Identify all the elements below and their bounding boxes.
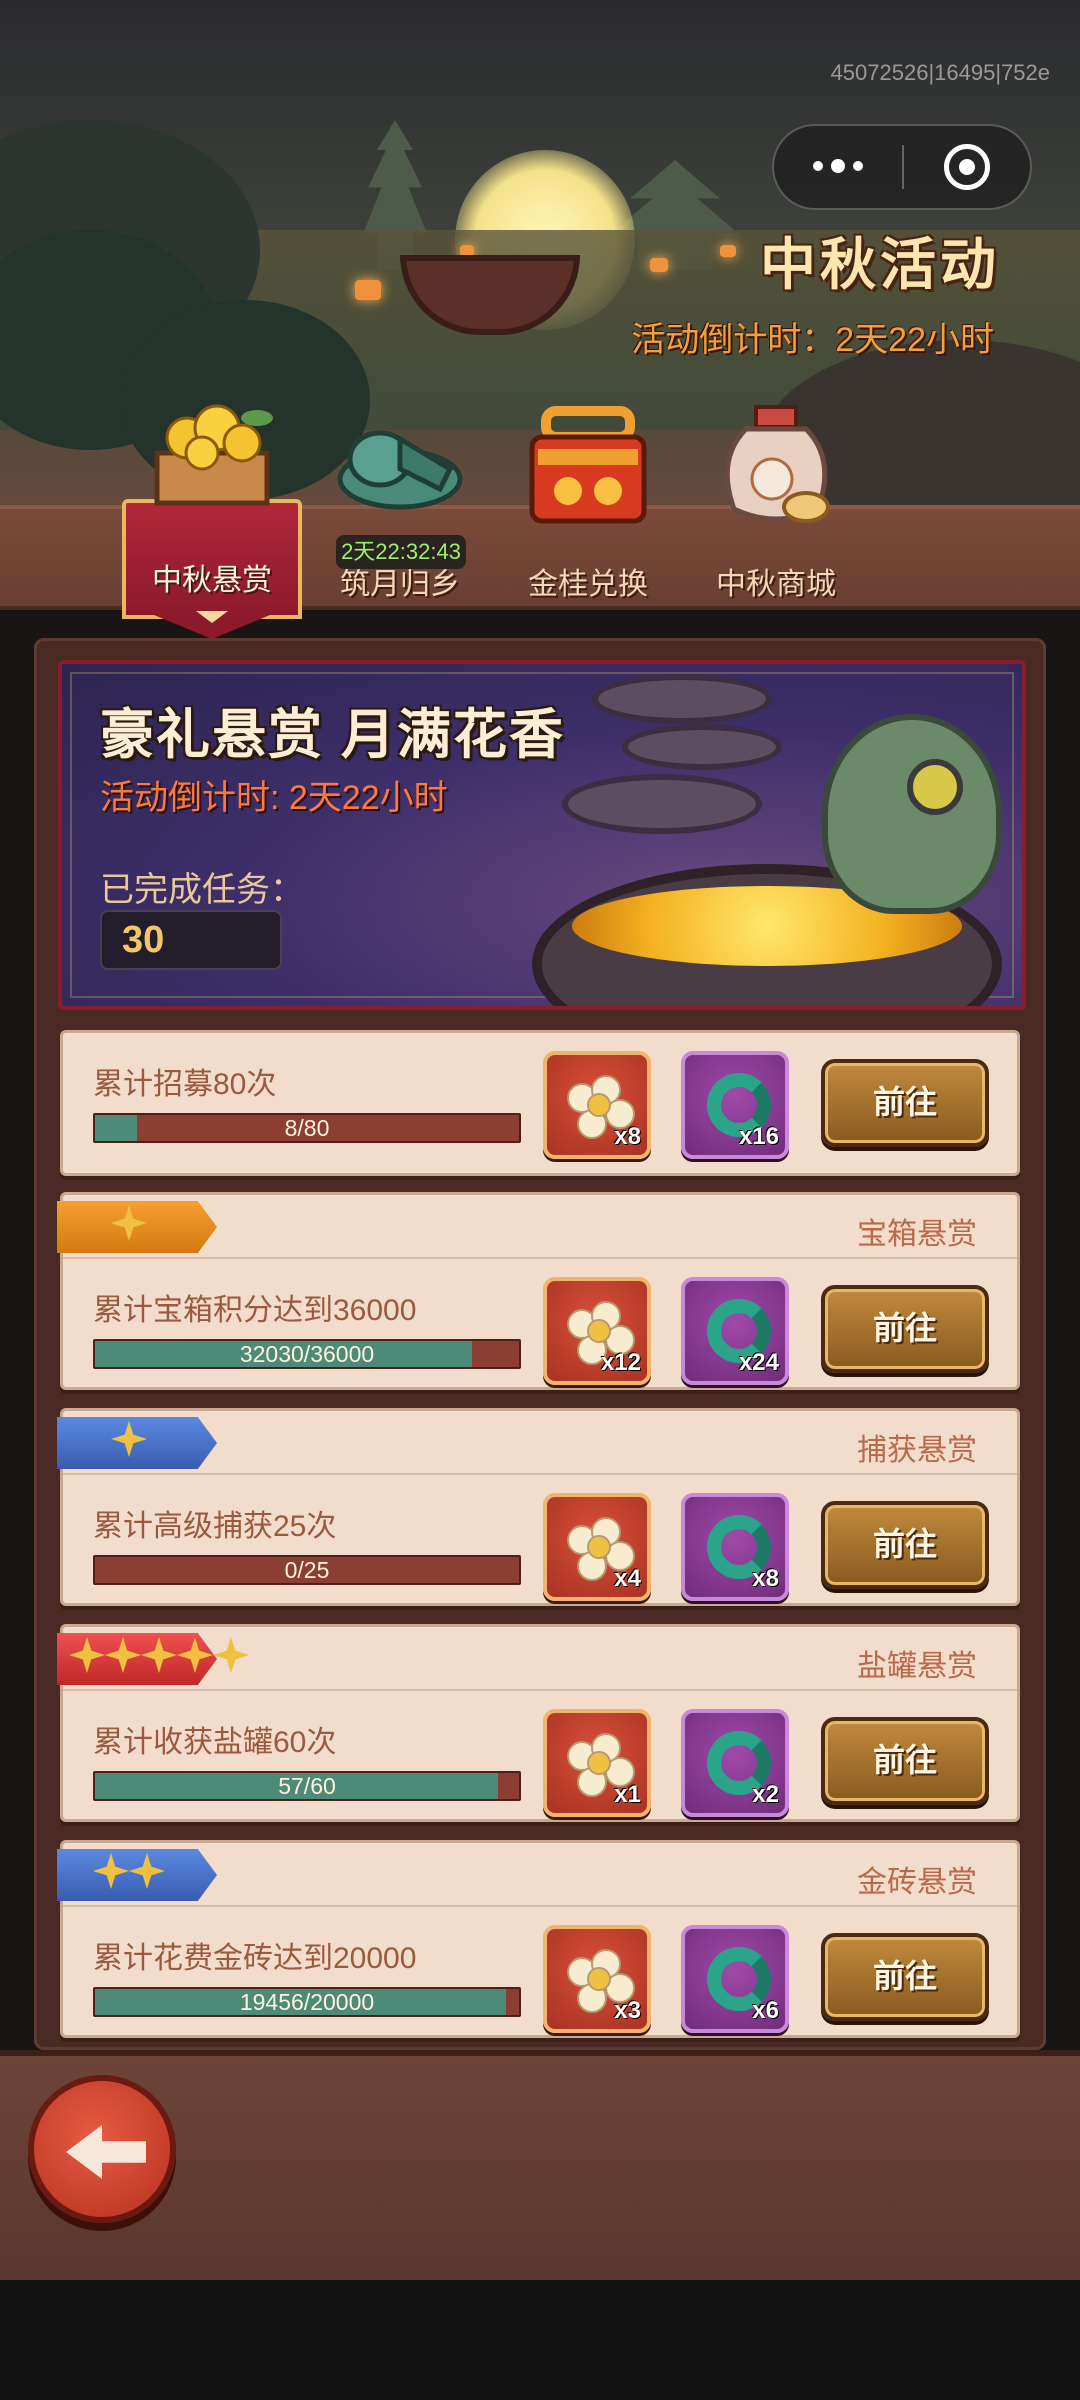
difficulty-stars [69, 1637, 249, 1673]
reward-count: x4 [614, 1565, 641, 1592]
osmanthus-crate-icon [142, 393, 282, 518]
tab-label: 中秋商城 [716, 568, 836, 601]
star-icon [177, 1637, 213, 1673]
star-icon [111, 1205, 147, 1241]
reward-jade-item[interactable]: x24 [681, 1277, 789, 1385]
task-card: 金砖悬赏累计花费金砖达到20000 19456/20000 x3 x6 前往 [57, 1840, 1020, 2038]
reward-count: x2 [752, 1781, 779, 1808]
reward-count: x3 [614, 1997, 641, 2024]
go-button[interactable]: 前往 [821, 1285, 989, 1373]
go-button[interactable]: 前往 [821, 1059, 989, 1147]
tab-timer-badge: 2天22:32:43 [336, 535, 466, 569]
reward-jade-item[interactable]: x2 [681, 1709, 789, 1817]
task-progress-bar: 0/25 [93, 1555, 521, 1585]
reward-jade-item[interactable]: x16 [681, 1051, 789, 1159]
progress-text: 0/25 [284, 1557, 330, 1583]
completed-tasks-label: 已完成任务： [100, 871, 304, 909]
system-navigation-bar [0, 2280, 1080, 2400]
reward-osmanthus-item[interactable]: x1 [543, 1709, 651, 1817]
task-description: 累计收获盐罐60次 [93, 1726, 337, 1759]
banner-countdown: 活动倒计时: 2天22小时 [100, 779, 448, 817]
task-card: 捕获悬赏累计高级捕获25次 0/25 x4 x8 前往 [57, 1408, 1020, 1606]
target-circle-icon [943, 144, 990, 190]
gift-box-icon [518, 399, 658, 534]
reward-count: x6 [752, 1997, 779, 2024]
go-button[interactable]: 前往 [821, 1933, 989, 2021]
tab-bar: 中秋悬赏 筑月归乡 金桂兑换 中秋商城 [0, 404, 1080, 623]
task-card: 盐罐悬赏累计收获盐罐60次 57/60 x1 x2 前往 [57, 1624, 1020, 1822]
back-button[interactable] [28, 2075, 176, 2223]
event-countdown: 活动倒计时：2天22小时 [631, 321, 994, 359]
task-category: 捕获悬赏 [857, 1434, 977, 1467]
reward-osmanthus-item[interactable]: x8 [543, 1051, 651, 1159]
star-icon [105, 1637, 141, 1673]
task-header: 金砖悬赏 [57, 1843, 1017, 1907]
task-category: 金砖悬赏 [857, 1866, 977, 1899]
reward-osmanthus-item[interactable]: x12 [543, 1277, 651, 1385]
completed-tasks-count: 30 [100, 910, 282, 970]
tab-label: 中秋悬赏 [152, 564, 272, 597]
wine-jar-icon [706, 399, 846, 534]
star-icon [93, 1853, 129, 1889]
dot-icon [853, 161, 863, 171]
reward-osmanthus-item[interactable]: x4 [543, 1493, 651, 1601]
task-progress-bar: 19456/20000 [93, 1987, 521, 2017]
progress-text: 8/80 [284, 1115, 330, 1141]
active-tab-indicator-icon [196, 611, 228, 623]
reward-jade-item[interactable]: x8 [681, 1493, 789, 1601]
tab-osmanthus-exchange[interactable]: 金桂兑换 [498, 406, 678, 609]
task-header: 宝箱悬赏 [57, 1195, 1017, 1259]
dot-icon [831, 159, 845, 173]
go-button[interactable]: 前往 [821, 1501, 989, 1589]
star-icon [213, 1637, 249, 1673]
task-progress-bar: 32030/36000 [93, 1339, 521, 1369]
reward-count: x8 [614, 1123, 641, 1150]
go-button[interactable]: 前往 [821, 1717, 989, 1805]
reward-count: x12 [600, 1349, 641, 1376]
progress-text: 57/60 [278, 1773, 336, 1799]
tab-label: 金桂兑换 [528, 568, 648, 601]
progress-text: 19456/20000 [239, 1989, 375, 2015]
task-description: 累计宝箱积分达到36000 [93, 1294, 417, 1327]
task-card: 宝箱悬赏累计宝箱积分达到36000 32030/36000 x12 x24 前往 [57, 1192, 1020, 1390]
mini-program-capsule [772, 124, 1032, 210]
task-progress-bar: 8/80 [93, 1113, 521, 1143]
reward-count: x1 [614, 1781, 641, 1808]
task-category: 盐罐悬赏 [857, 1650, 977, 1683]
difficulty-stars [111, 1205, 147, 1241]
frog-chef-icon [822, 714, 1002, 914]
reward-count: x16 [738, 1123, 779, 1150]
star-icon [129, 1853, 165, 1889]
task-progress-bar: 57/60 [93, 1771, 521, 1801]
difficulty-stars [93, 1853, 165, 1889]
reward-osmanthus-item[interactable]: x3 [543, 1925, 651, 2033]
star-icon [141, 1637, 177, 1673]
task-card: 累计招募80次 8/80 x8 x16 前往 [60, 1030, 1020, 1176]
dot-icon [813, 161, 823, 171]
progress-text: 32030/36000 [239, 1341, 375, 1367]
more-options-button[interactable] [774, 159, 902, 173]
star-icon [111, 1421, 147, 1457]
task-description: 累计花费金砖达到20000 [93, 1942, 417, 1975]
tab-mid-autumn-bounty[interactable]: 中秋悬赏 [122, 404, 302, 623]
task-description: 累计招募80次 [93, 1068, 277, 1101]
back-arrow-icon [66, 2125, 146, 2179]
reward-count: x24 [738, 1349, 779, 1376]
close-miniprogram-button[interactable] [904, 144, 1030, 190]
tab-mid-autumn-shop[interactable]: 中秋商城 [686, 405, 866, 609]
system-id-text: 45072526|16495|752e [830, 60, 1050, 85]
reward-count: x8 [752, 1565, 779, 1592]
reward-jade-item[interactable]: x6 [681, 1925, 789, 2033]
event-title: 中秋活动 [760, 233, 1000, 296]
difficulty-stars [111, 1421, 147, 1457]
star-icon [69, 1637, 105, 1673]
task-category: 宝箱悬赏 [857, 1218, 977, 1251]
task-description: 累计高级捕获25次 [93, 1510, 337, 1543]
jade-icon [330, 399, 470, 524]
banner-title: 豪礼悬赏 月满花香 [100, 705, 566, 765]
task-header: 盐罐悬赏 [57, 1627, 1017, 1691]
task-header: 捕获悬赏 [57, 1411, 1017, 1475]
